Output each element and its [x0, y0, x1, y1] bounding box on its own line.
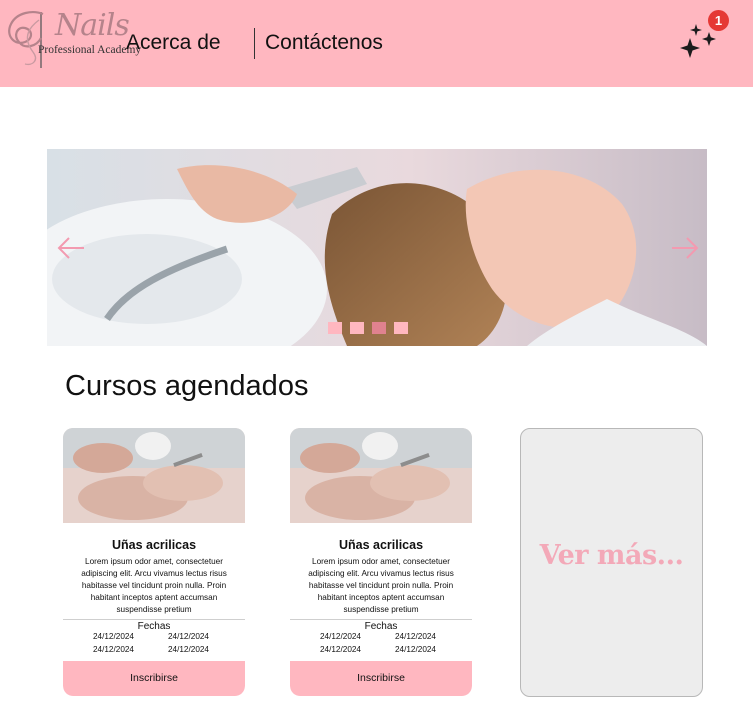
hero-carousel[interactable]	[47, 149, 707, 346]
course-title: Uñas acrilicas	[338, 538, 424, 552]
see-more-card[interactable]: Ver más...	[520, 428, 703, 697]
course-image	[290, 428, 472, 523]
nav-link-contact[interactable]: Contáctenos	[265, 31, 383, 55]
carousel-prev-arrow-icon[interactable]	[56, 236, 86, 260]
carousel-dot[interactable]	[328, 322, 342, 334]
dates-label: Fechas	[364, 621, 398, 632]
course-card: Uñas acrilicas Lorem ipsum odor amet, co…	[290, 428, 472, 696]
enroll-button[interactable]: Inscribirse	[290, 661, 472, 696]
course-date: 24/12/2024	[395, 632, 436, 641]
course-date: 24/12/2024	[168, 632, 209, 641]
course-title: Uñas acrilicas	[111, 538, 197, 552]
course-date: 24/12/2024	[320, 632, 361, 641]
course-date: 24/12/2024	[168, 645, 209, 654]
hero-image	[47, 149, 707, 346]
carousel-next-arrow-icon[interactable]	[670, 236, 700, 260]
course-date: 24/12/2024	[395, 645, 436, 654]
divider	[63, 619, 245, 620]
course-description: Lorem ipsum odor amet, consectetuer adip…	[308, 557, 454, 614]
logo-emblem-icon	[8, 11, 44, 68]
academy-logo[interactable]: Nails Professional Academy	[3, 6, 141, 72]
carousel-indicators	[328, 322, 408, 334]
section-title: Cursos agendados	[65, 370, 309, 402]
see-more-label: Ver más...	[539, 540, 684, 571]
course-date: 24/12/2024	[93, 632, 134, 641]
carousel-dot[interactable]	[394, 322, 408, 334]
course-card: Uñas acrilicas Lorem ipsum odor amet, co…	[63, 428, 245, 696]
header-bar: Nails Professional Academy Acerca de Con…	[0, 0, 753, 87]
course-date: 24/12/2024	[320, 645, 361, 654]
nav-link-about[interactable]: Acerca de	[126, 31, 221, 55]
logo-wordmark: Nails	[55, 8, 130, 43]
dates-label: Fechas	[137, 621, 171, 632]
notification-badge: 1	[708, 10, 729, 31]
course-date: 24/12/2024	[93, 645, 134, 654]
nav-divider	[254, 28, 255, 59]
course-image	[63, 428, 245, 523]
course-description: Lorem ipsum odor amet, consectetuer adip…	[81, 557, 227, 614]
carousel-dot-active[interactable]	[372, 322, 386, 334]
divider	[290, 619, 472, 620]
enroll-button[interactable]: Inscribirse	[63, 661, 245, 696]
carousel-dot[interactable]	[350, 322, 364, 334]
